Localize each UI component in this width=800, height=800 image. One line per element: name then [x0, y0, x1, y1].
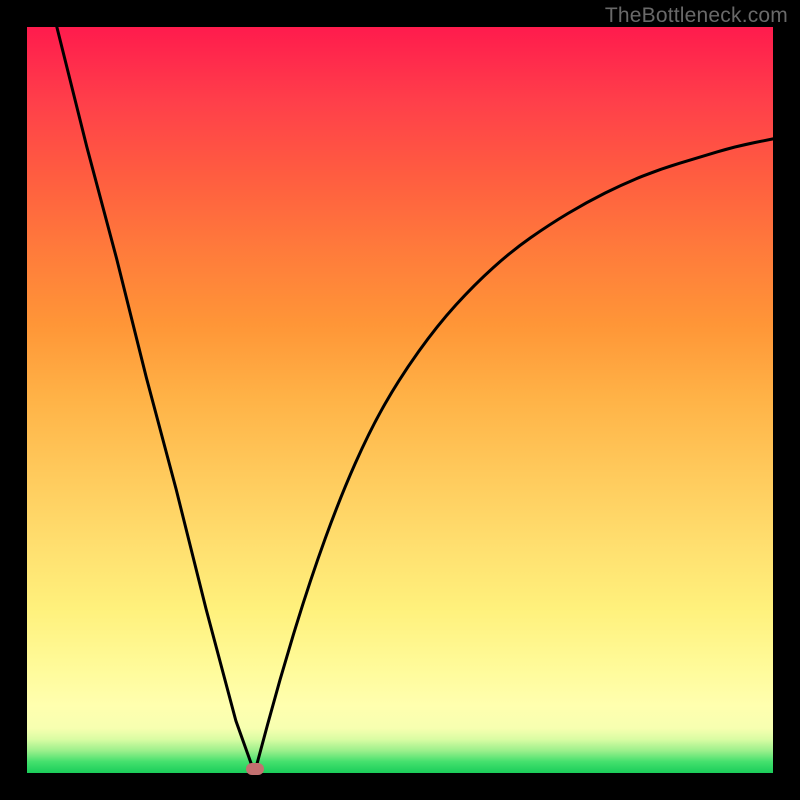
minimum-marker: [246, 763, 264, 775]
bottleneck-curve: [27, 27, 773, 773]
chart-container: TheBottleneck.com: [0, 0, 800, 800]
plot-area: [27, 27, 773, 773]
curve-left-branch: [57, 27, 255, 773]
curve-right-branch: [255, 139, 773, 773]
watermark-label: TheBottleneck.com: [605, 4, 788, 28]
